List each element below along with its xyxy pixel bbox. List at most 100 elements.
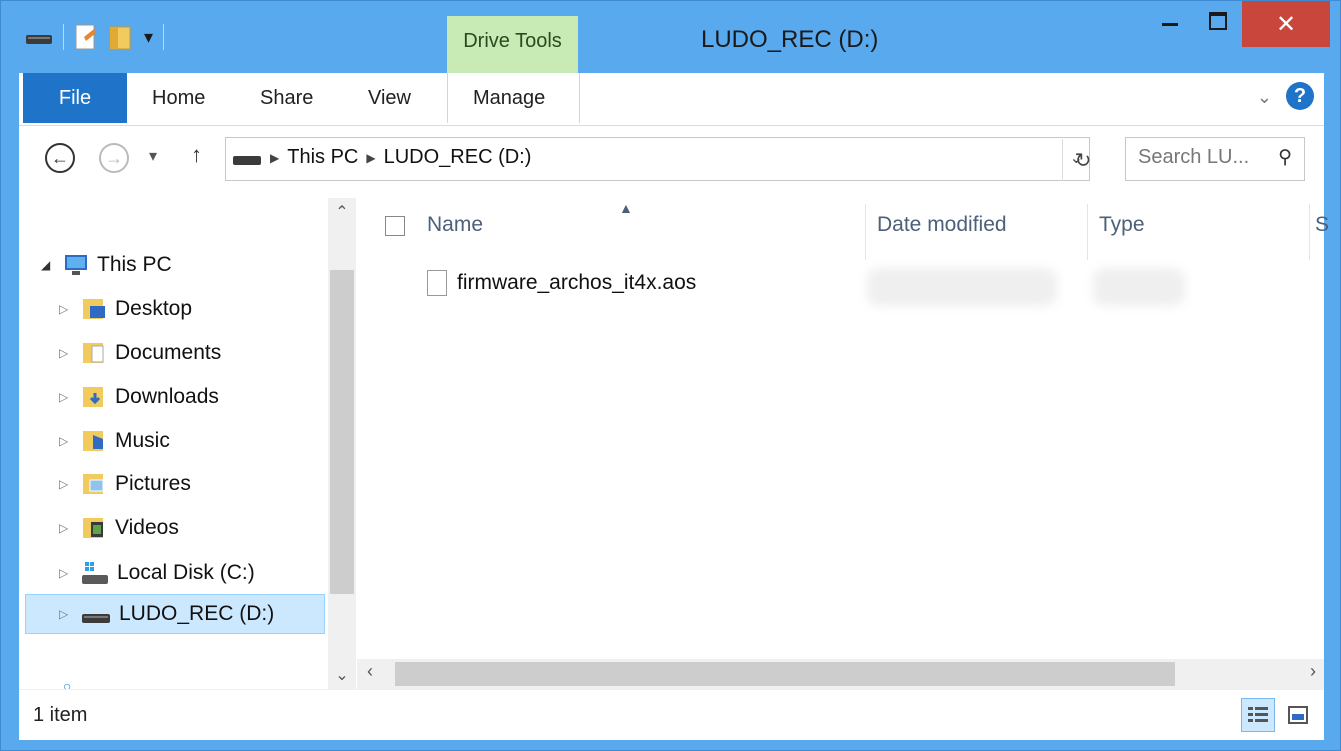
scroll-right-icon[interactable]: ›: [1310, 661, 1316, 682]
column-divider[interactable]: [865, 204, 866, 260]
window-title: LUDO_REC (D:): [701, 26, 879, 53]
tree-label: This PC: [97, 253, 172, 276]
music-folder-icon: [83, 431, 103, 451]
tab-share[interactable]: Share: [260, 87, 313, 110]
new-folder-icon[interactable]: [108, 23, 134, 51]
tree-item-music[interactable]: ▷ Music: [59, 429, 170, 453]
scroll-left-icon[interactable]: ‹: [367, 661, 373, 682]
expand-icon[interactable]: ▷: [59, 434, 73, 448]
details-view-button[interactable]: [1241, 698, 1275, 732]
up-arrow-icon[interactable]: ↑: [191, 142, 202, 168]
navpane-vertical-scrollbar[interactable]: ⌃ ⌄: [328, 198, 356, 689]
tab-manage[interactable]: Manage: [473, 87, 545, 110]
breadcrumb-this-pc[interactable]: This PC: [287, 146, 358, 169]
quick-access-toolbar: ▾: [25, 23, 165, 51]
desktop-folder-icon: [83, 299, 105, 319]
item-count: 1 item: [33, 704, 88, 726]
main-content: ◢ This PC ▷ Desktop ▷ Documents ▷ Downlo…: [19, 198, 1329, 694]
column-divider[interactable]: [1309, 204, 1310, 260]
videos-folder-icon: [83, 518, 103, 538]
ribbon-tabs: File Home Share View Manage ⌄ ?: [19, 73, 1324, 126]
scroll-up-icon[interactable]: ⌃: [328, 198, 356, 226]
minimize-icon: [1162, 22, 1178, 26]
tree-item-desktop[interactable]: ▷ Desktop: [59, 297, 192, 321]
expand-icon[interactable]: ▷: [59, 521, 73, 535]
tree-label: Music: [115, 429, 170, 452]
search-placeholder: Search LU...: [1138, 146, 1250, 168]
expand-icon[interactable]: ▷: [59, 607, 73, 621]
forward-arrow-icon: →: [105, 147, 123, 168]
collapse-icon[interactable]: ◢: [41, 258, 55, 272]
tree-item-downloads[interactable]: ▷ Downloads: [59, 385, 219, 409]
tree-item-videos[interactable]: ▷ Videos: [59, 516, 179, 540]
scroll-thumb[interactable]: [330, 270, 354, 594]
forward-button[interactable]: →: [99, 143, 129, 173]
tab-view[interactable]: View: [368, 87, 411, 110]
sort-ascending-icon: ▲: [619, 200, 633, 216]
column-header-size[interactable]: S: [1315, 213, 1329, 237]
qat-separator-2: [163, 24, 165, 50]
recent-locations-icon[interactable]: ▾: [149, 146, 157, 166]
large-icons-view-button[interactable]: [1281, 698, 1315, 732]
address-bar[interactable]: ▶ This PC ▶ LUDO_REC (D:) ⌄: [225, 137, 1090, 181]
properties-icon[interactable]: [74, 23, 98, 51]
drive-icon: [82, 614, 110, 623]
breadcrumb-ludo-rec[interactable]: LUDO_REC (D:): [384, 146, 532, 169]
scroll-thumb[interactable]: [395, 662, 1175, 686]
search-icon: ⚲: [1278, 147, 1292, 168]
expand-icon[interactable]: ▷: [59, 390, 73, 404]
file-row[interactable]: firmware_archos_it4x.aos: [427, 270, 696, 296]
maximize-icon: [1209, 12, 1227, 30]
help-icon[interactable]: ?: [1286, 82, 1314, 110]
navigation-pane: ◢ This PC ▷ Desktop ▷ Documents ▷ Downlo…: [19, 198, 357, 694]
minimize-button[interactable]: [1146, 1, 1194, 41]
column-header-date-modified[interactable]: Date modified: [877, 213, 1007, 237]
refresh-icon[interactable]: ↻: [1062, 139, 1103, 181]
tree-item-ludo-rec[interactable]: ▷ LUDO_REC (D:): [59, 602, 274, 626]
tree-item-local-disk[interactable]: ▷ Local Disk (C:): [59, 560, 255, 586]
tab-home[interactable]: Home: [152, 87, 205, 110]
expand-icon[interactable]: ▷: [59, 346, 73, 360]
column-divider[interactable]: [1087, 204, 1088, 260]
file-name: firmware_archos_it4x.aos: [457, 271, 697, 294]
tree-item-pictures[interactable]: ▷ Pictures: [59, 472, 191, 496]
maximize-button[interactable]: [1194, 1, 1242, 41]
computer-icon: [65, 255, 87, 275]
window-controls: ✕: [1146, 1, 1330, 47]
local-disk-icon: [82, 562, 108, 584]
back-button[interactable]: ←: [45, 143, 75, 173]
horizontal-scrollbar[interactable]: ‹ ›: [357, 659, 1324, 689]
large-icons-view-icon: [1288, 706, 1308, 724]
drive-tools-contextual-tab: Drive Tools: [447, 16, 578, 73]
select-all-checkbox[interactable]: [385, 216, 405, 236]
explorer-window: ▾ Drive Tools LUDO_REC (D:) ✕ File Home …: [0, 0, 1341, 751]
close-button[interactable]: ✕: [1242, 1, 1330, 47]
tree-item-this-pc[interactable]: ◢ This PC: [41, 253, 172, 277]
drive-icon[interactable]: [25, 29, 53, 45]
column-header-type[interactable]: Type: [1099, 213, 1145, 237]
expand-icon[interactable]: ▷: [59, 302, 73, 316]
qat-dropdown-icon[interactable]: ▾: [144, 27, 153, 48]
column-header-name[interactable]: Name: [427, 213, 483, 237]
status-bar: 1 item: [19, 689, 1324, 740]
pictures-folder-icon: [83, 474, 104, 494]
expand-icon[interactable]: ▷: [59, 566, 73, 580]
blurred-date-modified: [867, 268, 1057, 306]
file-list: ▲ Name Date modified Type S firmware_arc…: [357, 198, 1329, 689]
breadcrumb: ▶ This PC ▶ LUDO_REC (D:): [232, 146, 531, 169]
tab-file[interactable]: File: [23, 73, 127, 123]
breadcrumb-separator-icon: ▶: [270, 150, 280, 165]
scroll-down-icon[interactable]: ⌄: [328, 661, 356, 689]
downloads-folder-icon: [83, 387, 103, 407]
documents-folder-icon: [83, 343, 104, 363]
close-icon: ✕: [1275, 10, 1297, 38]
tree-item-documents[interactable]: ▷ Documents: [59, 341, 221, 365]
search-input[interactable]: Search LU... ⚲: [1125, 137, 1305, 181]
breadcrumb-separator-icon: ▶: [366, 150, 376, 165]
qat-separator: [63, 24, 64, 50]
expand-ribbon-icon[interactable]: ⌄: [1257, 87, 1272, 108]
tree-label: Downloads: [115, 385, 219, 408]
tree-label: Local Disk (C:): [117, 561, 255, 584]
tree-label: Pictures: [115, 472, 191, 495]
expand-icon[interactable]: ▷: [59, 477, 73, 491]
